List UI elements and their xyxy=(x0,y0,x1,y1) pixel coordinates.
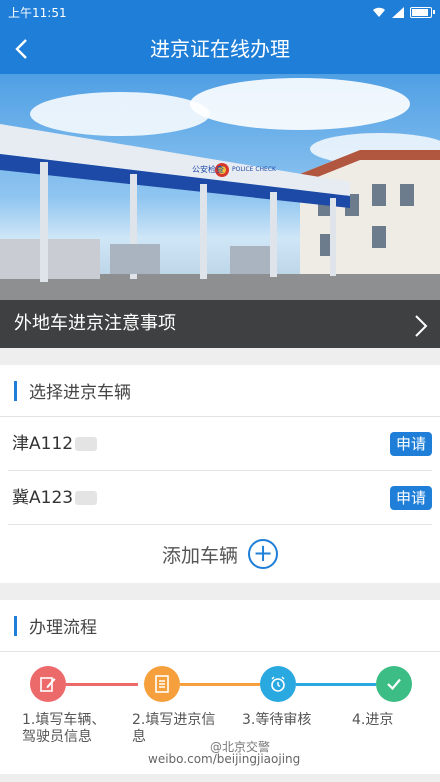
section-accent-bar xyxy=(14,380,17,401)
nav-bar: 进京证在线办理 xyxy=(0,24,440,74)
page-title: 进京证在线办理 xyxy=(150,37,290,61)
status-icons xyxy=(372,6,435,18)
signal-icon xyxy=(392,6,404,18)
step-1-label: 1.填写车辆、驾驶员信息 xyxy=(22,712,106,745)
wifi-icon xyxy=(373,7,385,17)
vehicle-section-header: 选择进京车辆 xyxy=(0,365,440,417)
step-1-circle xyxy=(30,666,66,702)
add-vehicle-label: 添加车辆 xyxy=(161,544,238,567)
chevron-right-icon xyxy=(415,315,428,337)
vehicle-card: 选择进京车辆 津A112 申请 冀A123 申请 添加车辆 + xyxy=(0,365,440,583)
watermark-url: weibo.com/beijingjiaojing xyxy=(148,752,301,766)
plus-circle-icon: + xyxy=(248,539,278,569)
plate-redaction xyxy=(75,437,98,451)
step-connector xyxy=(66,683,138,686)
vehicle-plate-text: 津A112 xyxy=(12,434,74,454)
plate-redaction xyxy=(75,491,98,505)
process-section-title: 办理流程 xyxy=(29,618,97,638)
banner-caption: 外地车进京注意事项 xyxy=(0,300,440,348)
step-4-circle xyxy=(376,666,412,702)
step-connector xyxy=(296,683,376,686)
vehicle-row[interactable]: 冀A123 申请 xyxy=(8,471,432,525)
banner-sign-text: 公安检查 xyxy=(192,165,224,174)
status-bar: 上午11:51 xyxy=(0,0,440,24)
status-time: 上午11:51 xyxy=(8,5,67,20)
battery-icon xyxy=(410,6,435,18)
step-3-label: 3.等待审核 xyxy=(242,712,312,728)
vehicle-row[interactable]: 津A112 申请 xyxy=(8,417,432,471)
alarm-clock-icon xyxy=(271,676,285,692)
vehicle-plate: 津A112 xyxy=(12,417,98,471)
step-connector xyxy=(180,683,260,686)
step-2-circle xyxy=(144,666,180,702)
vehicle-plate-text: 冀A123 xyxy=(12,488,74,508)
banner-sign-text-en: POLICE CHECK xyxy=(232,166,276,173)
vehicle-section-title: 选择进京车辆 xyxy=(29,383,131,403)
section-accent-bar xyxy=(14,615,17,636)
step-4-label: 4.进京 xyxy=(352,712,394,728)
apply-button[interactable]: 申请 xyxy=(390,486,432,510)
step-3-circle xyxy=(260,666,296,702)
apply-button[interactable]: 申请 xyxy=(390,432,432,456)
edit-icon xyxy=(40,677,56,692)
process-section-header: 办理流程 xyxy=(0,600,440,652)
banner[interactable]: 公安检查 POLICE CHECK 外地车进京注意事项 xyxy=(0,74,440,348)
add-vehicle-button[interactable]: 添加车辆 + xyxy=(0,525,440,583)
vehicle-plate: 冀A123 xyxy=(12,471,98,525)
check-icon xyxy=(387,678,401,691)
document-icon xyxy=(155,675,169,693)
